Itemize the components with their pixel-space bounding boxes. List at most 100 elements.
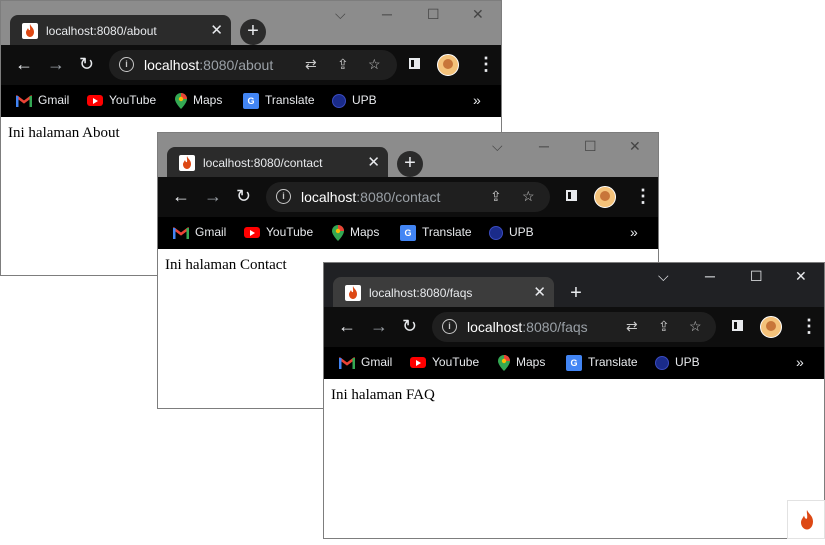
forward-arrow-icon[interactable]: →	[370, 316, 388, 336]
title-bar[interactable]: localhost:8080/about ✕ + ⌵ ─ ☐ ✕	[1, 1, 501, 47]
star-icon[interactable]: ☆	[368, 56, 381, 73]
tab-contact[interactable]: localhost:8080/contact ✕	[167, 147, 388, 179]
avatar[interactable]	[760, 316, 782, 338]
new-tab-button[interactable]: +	[563, 281, 589, 307]
bookmarks-bar: Gmail YouTube Maps G Translate UPB »	[158, 217, 658, 249]
title-bar[interactable]: localhost:8080/faqs ✕ + ⌵ ─ ☐ ✕	[324, 263, 824, 309]
chevron-down-icon[interactable]: ⌵	[335, 6, 346, 23]
bookmark-youtube[interactable]: YouTube	[410, 355, 479, 369]
codeigniter-flame-icon	[179, 155, 195, 171]
tab-title: localhost:8080/contact	[203, 156, 323, 170]
bookmark-maps[interactable]: Maps	[498, 355, 545, 371]
kebab-menu-icon[interactable]: ⋮	[634, 186, 652, 207]
new-tab-button[interactable]: +	[240, 19, 266, 45]
back-arrow-icon[interactable]: ←	[338, 316, 356, 336]
reload-icon[interactable]: ↻	[402, 316, 417, 336]
info-icon[interactable]: i	[119, 57, 134, 72]
address-bar[interactable]: i localhost:8080/about ⇄ ⇪ ☆	[109, 50, 397, 80]
chevron-down-icon[interactable]: ⌵	[658, 268, 669, 285]
maximize-icon[interactable]: ☐	[750, 268, 763, 285]
kebab-menu-icon[interactable]: ⋮	[800, 316, 818, 337]
forward-arrow-icon[interactable]: →	[47, 54, 65, 74]
star-icon[interactable]: ☆	[689, 318, 702, 335]
chevron-down-icon[interactable]: ⌵	[492, 138, 503, 155]
bookmark-gmail[interactable]: Gmail	[172, 225, 226, 239]
tab-close-icon[interactable]: ✕	[367, 153, 380, 171]
bookmark-upb[interactable]: UPB	[332, 93, 377, 108]
chevron-double-right-icon[interactable]: »	[796, 354, 804, 370]
share-icon[interactable]: ⇪	[658, 318, 670, 335]
chevron-double-right-icon[interactable]: »	[630, 224, 638, 240]
codeigniter-flame-icon	[801, 510, 813, 530]
avatar[interactable]	[437, 54, 459, 76]
side-panel-icon[interactable]	[732, 320, 743, 331]
bookmark-upb[interactable]: UPB	[655, 355, 700, 370]
maps-pin-icon	[175, 93, 187, 109]
google-translate-icon: G	[400, 225, 416, 241]
kebab-menu-icon[interactable]: ⋮	[477, 54, 495, 75]
youtube-icon	[87, 95, 103, 107]
youtube-icon	[410, 357, 426, 369]
close-window-icon[interactable]: ✕	[472, 6, 484, 23]
page-content: Ini halaman FAQ	[324, 379, 824, 538]
bookmark-translate[interactable]: G Translate	[400, 225, 472, 241]
bookmark-translate[interactable]: G Translate	[243, 93, 315, 109]
minimize-icon[interactable]: ─	[705, 268, 715, 284]
reload-icon[interactable]: ↻	[236, 186, 251, 206]
chevron-double-right-icon[interactable]: »	[473, 92, 481, 108]
bookmark-gmail[interactable]: Gmail	[338, 355, 392, 369]
upb-logo-icon	[332, 93, 346, 108]
codeigniter-flame-icon	[345, 285, 361, 301]
page-text: Ini halaman About	[8, 125, 120, 141]
close-window-icon[interactable]: ✕	[629, 138, 641, 155]
tab-title: localhost:8080/faqs	[369, 286, 473, 300]
tab-close-icon[interactable]: ✕	[533, 283, 546, 301]
address-bar[interactable]: i localhost:8080/faqs ⇄ ⇪ ☆	[432, 312, 716, 342]
bookmark-gmail[interactable]: Gmail	[15, 93, 69, 107]
forward-arrow-icon[interactable]: →	[204, 186, 222, 206]
page-text: Ini halaman Contact	[165, 257, 287, 273]
toolbar: ← → ↻ i localhost:8080/about ⇄ ⇪ ☆ ⋮	[1, 45, 501, 85]
bookmarks-bar: Gmail YouTube Maps G Translate UPB »	[1, 85, 501, 117]
codeigniter-flame-icon	[22, 23, 38, 39]
minimize-icon[interactable]: ─	[539, 138, 549, 154]
toolbar: ← → ↻ i localhost:8080/contact ⇪ ☆ ⋮	[158, 177, 658, 217]
title-bar[interactable]: localhost:8080/contact ✕ + ⌵ ─ ☐ ✕	[158, 133, 658, 179]
url-text: localhost:8080/faqs	[467, 319, 588, 335]
bookmark-youtube[interactable]: YouTube	[244, 225, 313, 239]
maximize-icon[interactable]: ☐	[427, 6, 440, 23]
minimize-icon[interactable]: ─	[382, 6, 392, 22]
bookmark-translate[interactable]: G Translate	[566, 355, 638, 371]
side-panel-icon[interactable]	[409, 58, 420, 69]
info-icon[interactable]: i	[442, 319, 457, 334]
toolbar: ← → ↻ i localhost:8080/faqs ⇄ ⇪ ☆ ⋮	[324, 307, 824, 347]
tab-close-icon[interactable]: ✕	[210, 21, 223, 39]
side-panel-icon[interactable]	[566, 190, 577, 201]
tab-faqs[interactable]: localhost:8080/faqs ✕	[333, 277, 554, 309]
bookmark-maps[interactable]: Maps	[332, 225, 379, 241]
bookmark-upb[interactable]: UPB	[489, 225, 534, 240]
new-tab-button[interactable]: +	[397, 151, 423, 177]
info-icon[interactable]: i	[276, 189, 291, 204]
avatar[interactable]	[594, 186, 616, 208]
back-arrow-icon[interactable]: ←	[172, 186, 190, 206]
maximize-icon[interactable]: ☐	[584, 138, 597, 155]
reload-icon[interactable]: ↻	[79, 54, 94, 74]
back-arrow-icon[interactable]: ←	[15, 54, 33, 74]
google-translate-icon: G	[566, 355, 582, 371]
tab-about[interactable]: localhost:8080/about ✕	[10, 15, 231, 47]
share-icon[interactable]: ⇪	[337, 56, 349, 73]
translate-icon[interactable]: ⇄	[626, 318, 638, 335]
close-window-icon[interactable]: ✕	[795, 268, 807, 285]
bookmark-youtube[interactable]: YouTube	[87, 93, 156, 107]
address-bar[interactable]: i localhost:8080/contact ⇪ ☆	[266, 182, 550, 212]
tab-title: localhost:8080/about	[46, 24, 157, 38]
translate-icon[interactable]: ⇄	[305, 56, 317, 73]
gmail-icon	[172, 226, 190, 239]
star-icon[interactable]: ☆	[522, 188, 535, 205]
page-text: Ini halaman FAQ	[331, 387, 435, 403]
codeigniter-debug-toolbar-button[interactable]	[787, 500, 825, 539]
upb-logo-icon	[489, 225, 503, 240]
share-icon[interactable]: ⇪	[490, 188, 502, 205]
bookmark-maps[interactable]: Maps	[175, 93, 222, 109]
